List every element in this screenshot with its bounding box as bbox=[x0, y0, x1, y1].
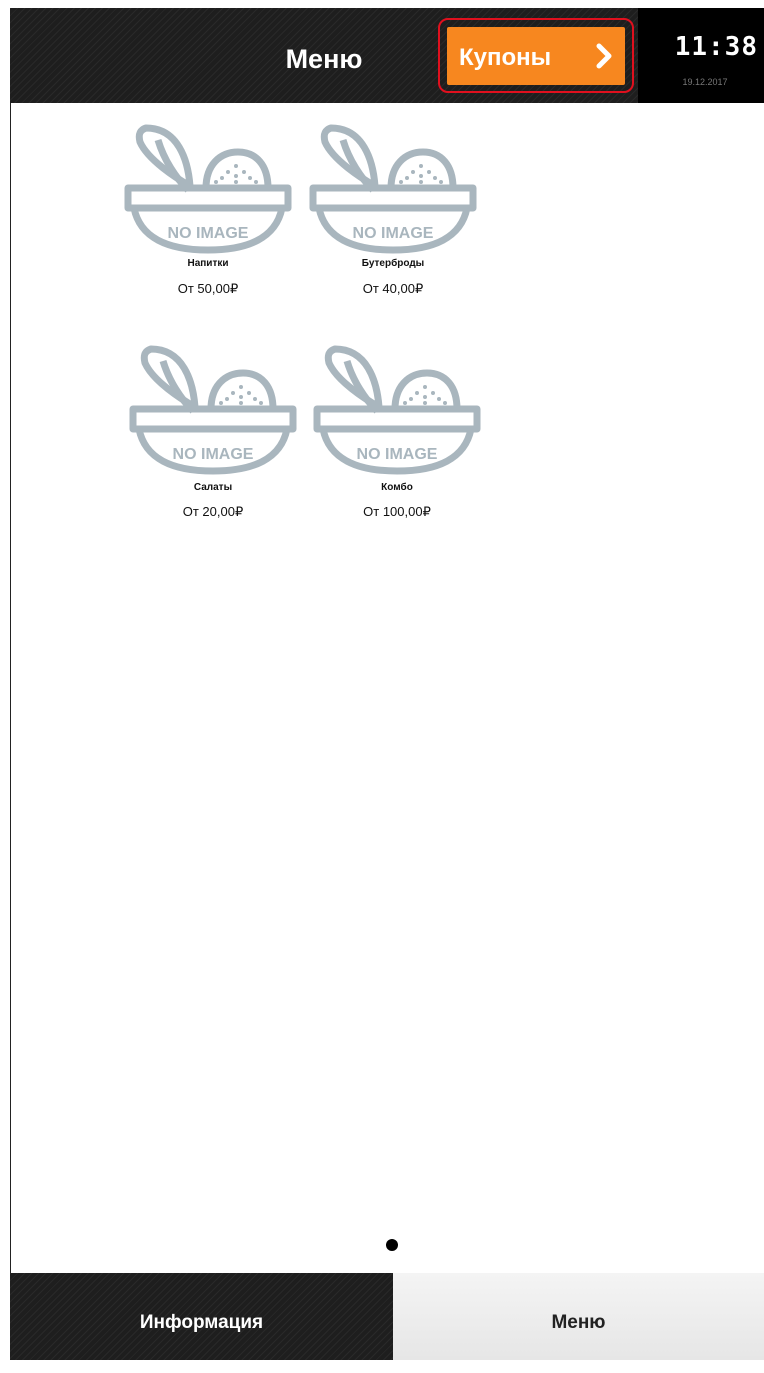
category-name: Напитки bbox=[187, 258, 229, 269]
no-image-placeholder-icon: NO IMAGE bbox=[129, 345, 297, 475]
tab-menu[interactable]: Меню bbox=[393, 1273, 764, 1360]
category-tile-salads[interactable]: NO IMAGE Салаты От 20,00₽ bbox=[123, 341, 303, 531]
no-image-placeholder-icon: NO IMAGE bbox=[313, 345, 481, 475]
category-tile-sandwiches[interactable]: NO IMAGE Бутерброды От 40,00₽ bbox=[303, 120, 483, 310]
frame-top bbox=[0, 0, 764, 8]
category-price: От 40,00₽ bbox=[362, 281, 424, 296]
category-price: От 100,00₽ bbox=[363, 504, 431, 519]
coupons-button-label: Купоны bbox=[459, 44, 552, 71]
category-tile-drinks[interactable]: NO IMAGE Напитки От 50,00₽ bbox=[118, 120, 298, 310]
category-tile-combo[interactable]: NO IMAGE Комбо От 100,00₽ bbox=[307, 341, 487, 531]
clock-time: 11:38 bbox=[674, 32, 758, 62]
content-border bbox=[10, 103, 11, 1275]
category-price: От 20,00₽ bbox=[182, 504, 244, 519]
frame-left bbox=[0, 0, 10, 1360]
coupons-button[interactable]: Купоны bbox=[447, 27, 625, 85]
bottom-nav: Информация Меню bbox=[10, 1273, 764, 1360]
category-price: От 50,00₽ bbox=[177, 281, 239, 296]
category-name: Комбо bbox=[381, 482, 413, 493]
no-image-placeholder-icon: NO IMAGE bbox=[124, 124, 292, 254]
tab-information-label: Информация bbox=[139, 1312, 264, 1333]
no-image-label: NO IMAGE bbox=[357, 446, 438, 463]
no-image-label: NO IMAGE bbox=[168, 225, 249, 242]
tab-menu-label: Меню bbox=[551, 1312, 606, 1333]
tab-information[interactable]: Информация bbox=[10, 1273, 393, 1360]
category-name: Салаты bbox=[193, 482, 233, 493]
no-image-label: NO IMAGE bbox=[353, 225, 434, 242]
clock: 11:38 19.12.2017 bbox=[638, 8, 764, 103]
category-name: Бутерброды bbox=[361, 258, 425, 269]
clock-date: 19.12.2017 bbox=[682, 77, 728, 87]
pagination-dot-active[interactable] bbox=[386, 1239, 398, 1251]
chevron-right-icon bbox=[596, 43, 612, 69]
no-image-label: NO IMAGE bbox=[173, 446, 254, 463]
no-image-placeholder-icon: NO IMAGE bbox=[309, 124, 477, 254]
